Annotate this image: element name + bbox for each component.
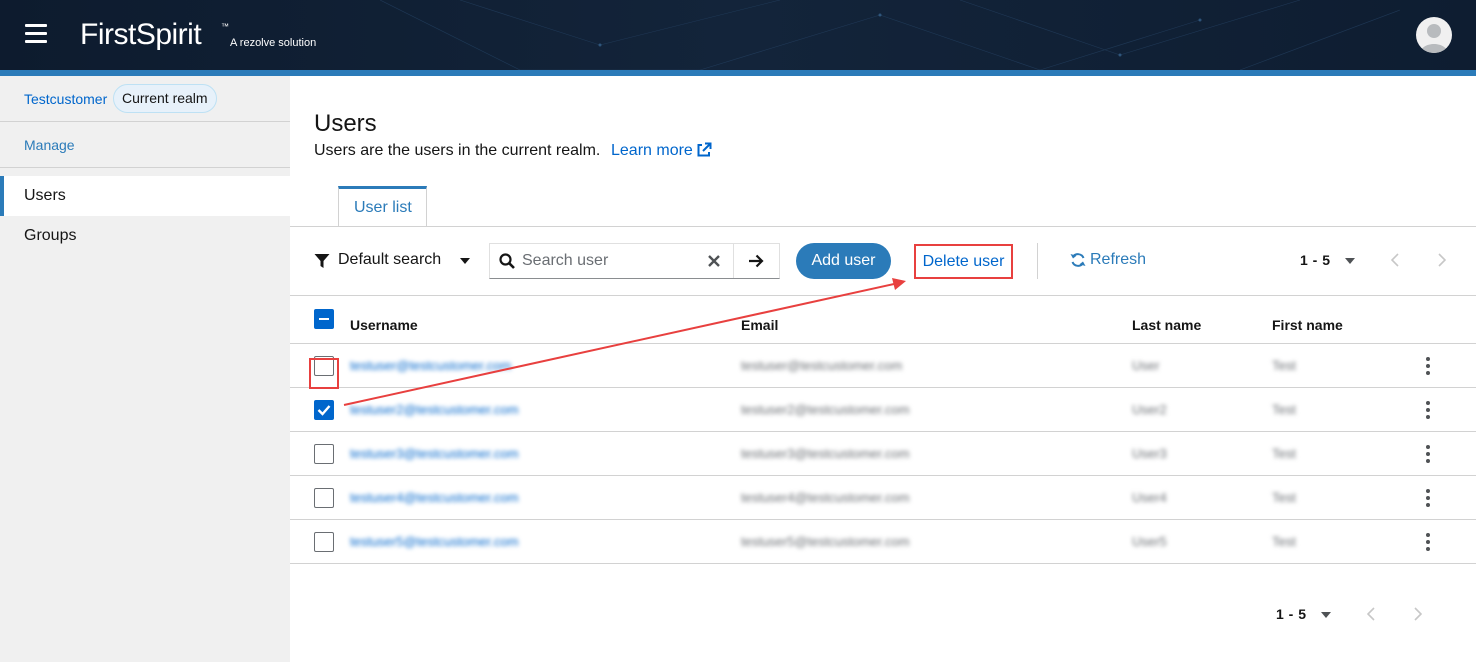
top-header: FirstSpirit ™ A rezolve solution: [0, 0, 1476, 70]
row-actions-kebab-icon[interactable]: [1424, 489, 1432, 507]
trademark-mark: ™: [221, 22, 229, 31]
manage-section-label: Manage: [24, 137, 75, 153]
search-type-label: Default search: [338, 251, 442, 268]
page-title: Users: [314, 110, 377, 137]
previous-page-icon[interactable]: [1367, 607, 1375, 621]
column-header-last-name[interactable]: Last name: [1132, 317, 1201, 333]
search-icon: [499, 253, 515, 269]
pagination-range[interactable]: 1 - 5: [1276, 606, 1307, 622]
table-row: testuser4@testcustomer.com testuser4@tes…: [290, 476, 1476, 520]
column-header-email[interactable]: Email: [741, 317, 778, 333]
last-name-cell: User5: [1132, 534, 1167, 549]
filter-icon: [314, 254, 330, 268]
search-type-dropdown[interactable]: Default search: [314, 249, 474, 273]
manage-section: Manage: [0, 122, 290, 168]
first-name-cell: Test: [1272, 358, 1296, 373]
bottom-pagination: 1 - 5: [1276, 603, 1446, 627]
arrow-right-icon[interactable]: [748, 254, 764, 268]
toolbar-divider: [1037, 243, 1038, 279]
realm-name-link[interactable]: Testcustomer: [24, 91, 107, 107]
tab-user-list-label: User list: [354, 199, 412, 216]
caret-down-icon: [460, 258, 470, 264]
table-row: testuser5@testcustomer.com testuser5@tes…: [290, 520, 1476, 564]
sidebar: Testcustomer Current realm Manage Users …: [0, 76, 290, 662]
email-cell: testuser@testcustomer.com: [741, 358, 903, 373]
annotation-checkbox-highlight: [309, 358, 339, 389]
last-name-cell: User4: [1132, 490, 1167, 505]
column-header-username[interactable]: Username: [350, 317, 418, 333]
refresh-icon: [1070, 253, 1086, 267]
row-checkbox[interactable]: [314, 532, 334, 552]
network-background-pattern: [379, 0, 1401, 70]
user-avatar-icon[interactable]: [1416, 17, 1452, 53]
email-cell: testuser3@testcustomer.com: [741, 446, 910, 461]
email-cell: testuser4@testcustomer.com: [741, 490, 910, 505]
table-header: Username Email Last name First name: [290, 295, 1476, 344]
next-page-icon[interactable]: [1414, 607, 1422, 621]
row-actions-kebab-icon[interactable]: [1424, 357, 1432, 375]
sidebar-item-groups[interactable]: Groups: [0, 216, 290, 256]
learn-more-link[interactable]: Learn more: [611, 142, 693, 160]
table-row: testuser2@testcustomer.com testuser2@tes…: [290, 388, 1476, 432]
first-name-cell: Test: [1272, 534, 1296, 549]
previous-page-icon[interactable]: [1391, 253, 1399, 267]
main-content: Users Users are the users in the current…: [290, 76, 1476, 662]
select-all-checkbox[interactable]: [314, 309, 334, 329]
username-link[interactable]: testuser2@testcustomer.com: [350, 402, 519, 417]
sidebar-item-users[interactable]: Users: [0, 176, 290, 216]
username-link[interactable]: testuser3@testcustomer.com: [350, 446, 519, 461]
row-actions-kebab-icon[interactable]: [1424, 533, 1432, 551]
logo-tagline: A rezolve solution: [230, 37, 317, 49]
last-name-cell: User3: [1132, 446, 1167, 461]
refresh-label: Refresh: [1090, 251, 1147, 268]
toolbar: Default search Add user Delete user: [290, 227, 1476, 295]
clear-search-icon[interactable]: [708, 255, 720, 267]
table-row: testuser3@testcustomer.com testuser3@tes…: [290, 432, 1476, 476]
pagination-caret-icon[interactable]: [1345, 258, 1355, 264]
add-user-button[interactable]: Add user: [796, 243, 891, 279]
hamburger-menu-icon[interactable]: [25, 24, 47, 44]
first-name-cell: Test: [1272, 446, 1296, 461]
row-actions-kebab-icon[interactable]: [1424, 401, 1432, 419]
username-link[interactable]: testuser@testcustomer.com: [350, 358, 511, 373]
external-link-icon[interactable]: [696, 142, 712, 163]
realm-selector: Testcustomer Current realm: [0, 76, 290, 122]
firstspirit-logo: FirstSpirit: [80, 18, 202, 51]
pagination-range[interactable]: 1 - 5: [1300, 252, 1331, 268]
tab-user-list[interactable]: User list: [338, 186, 427, 227]
column-header-first-name[interactable]: First name: [1272, 317, 1343, 333]
current-realm-badge: Current realm: [113, 84, 217, 113]
email-cell: testuser5@testcustomer.com: [741, 534, 910, 549]
row-actions-kebab-icon[interactable]: [1424, 445, 1432, 463]
last-name-cell: User2: [1132, 402, 1167, 417]
first-name-cell: Test: [1272, 402, 1296, 417]
row-checkbox[interactable]: [314, 444, 334, 464]
search-box: [489, 243, 780, 279]
checkmark-icon: [317, 405, 331, 416]
last-name-cell: User: [1132, 358, 1160, 373]
row-checkbox[interactable]: [314, 400, 334, 420]
email-cell: testuser2@testcustomer.com: [741, 402, 910, 417]
username-link[interactable]: testuser5@testcustomer.com: [350, 534, 519, 549]
search-user-input[interactable]: [522, 248, 692, 274]
pagination-caret-icon[interactable]: [1321, 612, 1331, 618]
delete-user-button[interactable]: Delete user: [914, 244, 1013, 279]
username-link[interactable]: testuser4@testcustomer.com: [350, 490, 519, 505]
search-divider: [733, 244, 734, 278]
page-description: Users are the users in the current realm…: [314, 142, 601, 159]
top-pagination: 1 - 5: [1300, 249, 1470, 273]
table-row: testuser@testcustomer.com testuser@testc…: [290, 344, 1476, 388]
row-checkbox[interactable]: [314, 488, 334, 508]
next-page-icon[interactable]: [1438, 253, 1446, 267]
first-name-cell: Test: [1272, 490, 1296, 505]
